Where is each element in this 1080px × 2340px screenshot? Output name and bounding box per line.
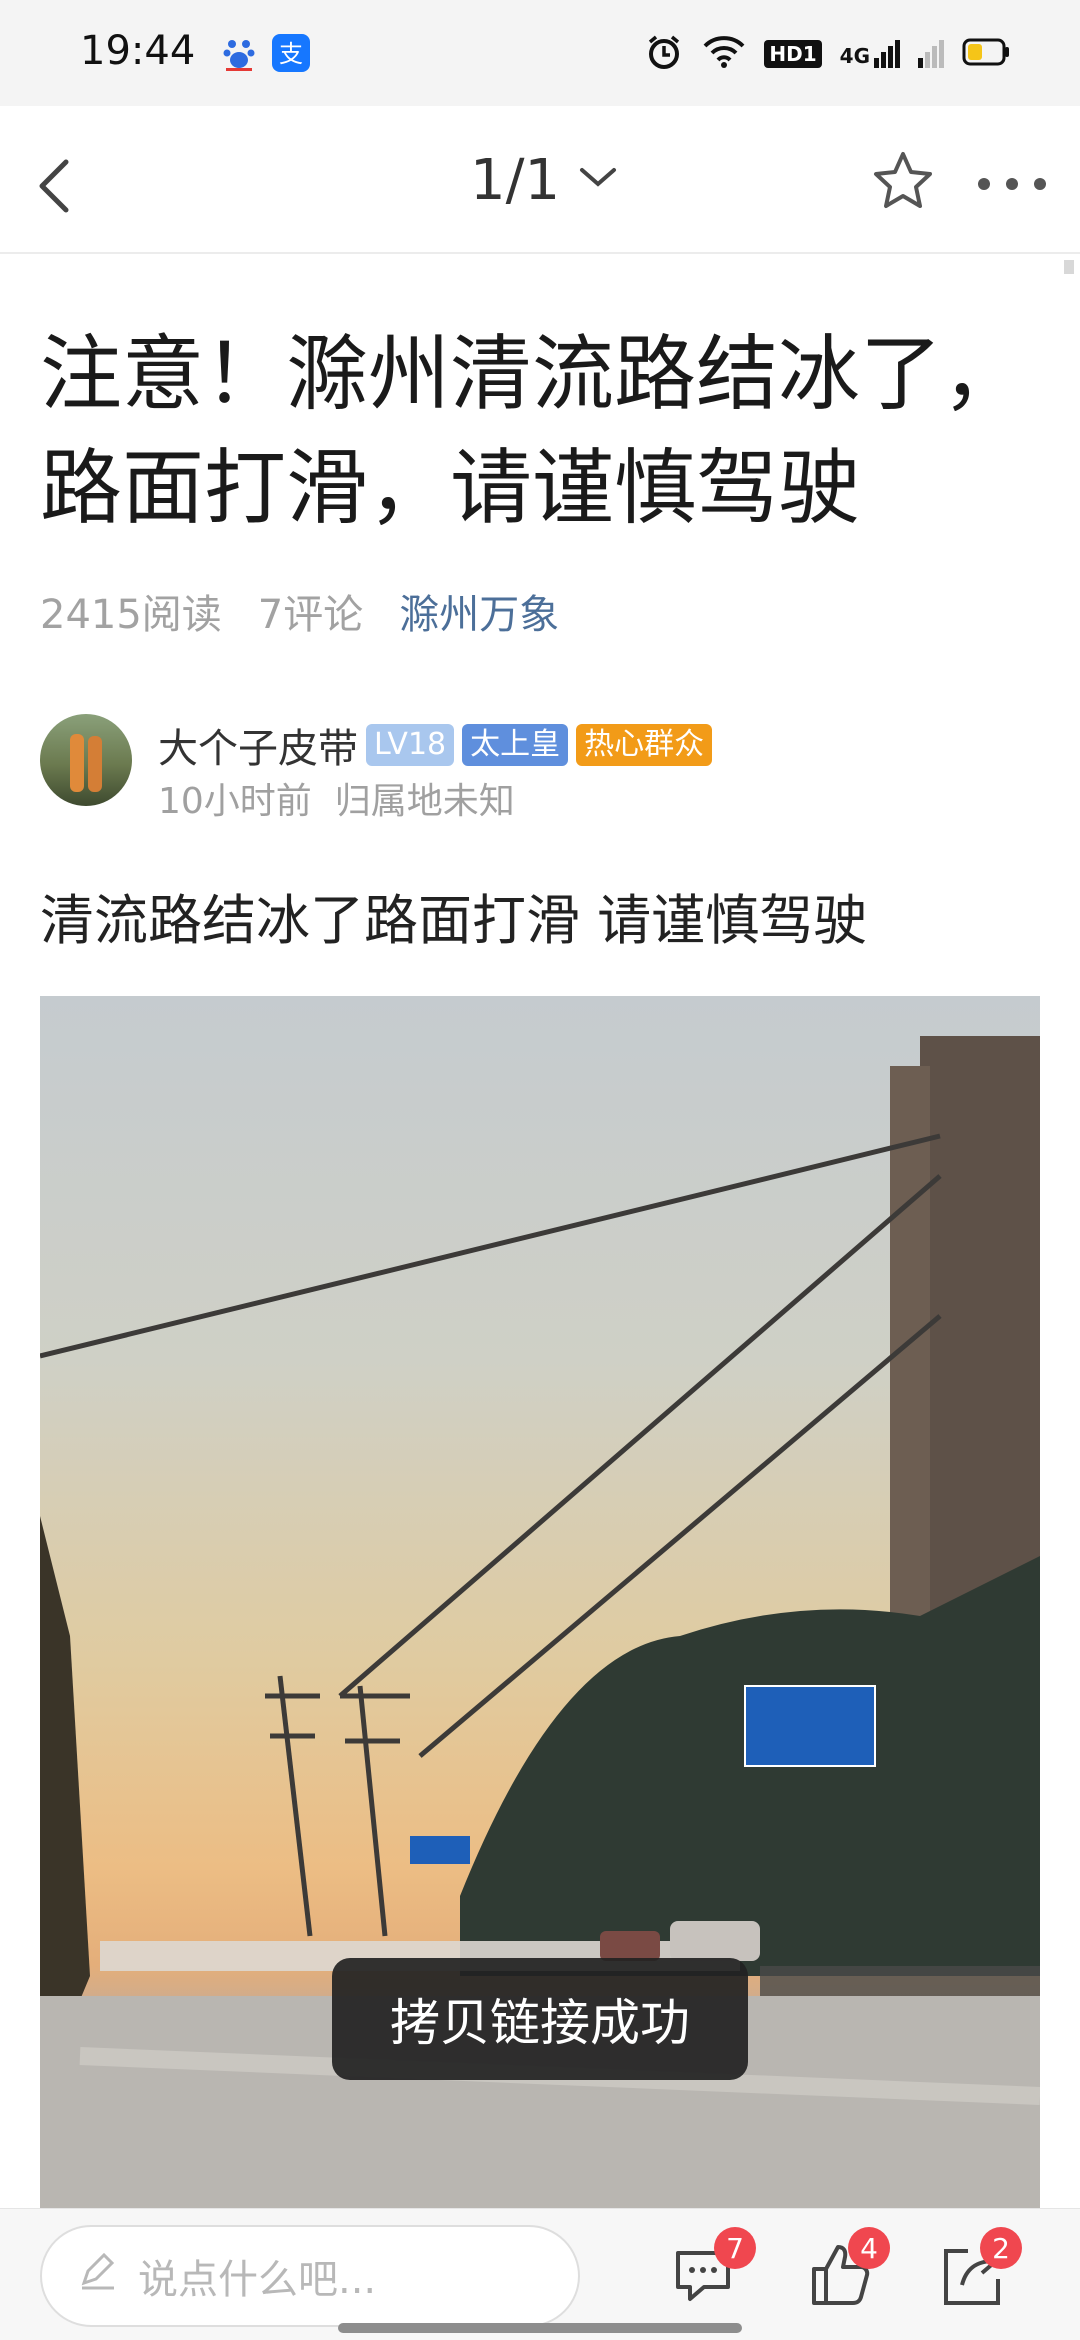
status-icons: HD1 4G (644, 32, 1010, 76)
author-name[interactable]: 大个子皮带 (158, 716, 358, 774)
author-name-row: 大个子皮带 LV18 太上皇 热心群众 (158, 716, 713, 774)
read-count: 2415阅读 (40, 592, 222, 638)
more-icon[interactable] (976, 176, 1048, 196)
post-time: 10小时前 (158, 781, 312, 822)
hd-icon: HD1 (764, 40, 822, 68)
signal-icon (918, 40, 944, 68)
scroll-indicator (1064, 260, 1074, 274)
battery-icon (962, 38, 1010, 70)
network-type: 4G (839, 44, 870, 68)
level-badge: LV18 (366, 724, 455, 766)
author-meta: 10小时前 归属地未知 (158, 772, 515, 824)
comment-badge: 7 (714, 2227, 756, 2269)
article-body: 清流路结冰了路面打滑 请谨慎驾驶 (40, 889, 868, 952)
share-badge: 2 (980, 2227, 1022, 2269)
category-link[interactable]: 滁州万象 (399, 582, 559, 640)
pencil-icon (78, 2251, 118, 2301)
toast-message: 拷贝链接成功 (332, 1958, 748, 2080)
author-row[interactable]: 大个子皮带 LV18 太上皇 热心群众 10小时前 归属地未知 (40, 712, 1040, 822)
comment-input[interactable]: 说点什么吧... (40, 2225, 580, 2327)
top-nav-bar: 1/1 (0, 106, 1080, 254)
baidu-icon (220, 34, 258, 72)
alarm-icon (644, 32, 684, 76)
comment-button[interactable]: 7 (666, 2227, 756, 2315)
comment-placeholder: 说点什么吧... (138, 2257, 377, 2303)
star-icon[interactable] (870, 148, 936, 218)
like-button[interactable]: 4 (800, 2227, 890, 2315)
article-meta: 2415阅读 7评论 滁州万象 (40, 582, 559, 640)
svg-text:支: 支 (279, 40, 303, 68)
share-button[interactable]: 2 (932, 2227, 1022, 2315)
comment-count-text: 7评论 (257, 592, 364, 638)
alipay-icon: 支 (272, 34, 310, 72)
bottom-action-bar: 说点什么吧... 7 4 2 (0, 2208, 1080, 2340)
signal-4g-icon: 4G (840, 40, 900, 68)
home-indicator[interactable] (338, 2323, 742, 2333)
chevron-down-icon[interactable] (578, 162, 618, 196)
post-location: 归属地未知 (334, 781, 515, 822)
like-badge: 4 (848, 2227, 890, 2269)
title-badge: 太上皇 (462, 724, 569, 766)
avatar[interactable] (40, 714, 132, 806)
status-bar: 19:44 支 HD1 4G (0, 0, 1080, 106)
status-time: 19:44 (80, 28, 196, 74)
back-arrow-icon[interactable] (34, 156, 74, 220)
page-indicator[interactable]: 1/1 (470, 148, 560, 213)
wifi-icon (702, 34, 746, 74)
hot-badge: 热心群众 (576, 724, 713, 766)
article-title: 注意！滁州清流路结冰了，路面打滑，请谨慎驾驶 (40, 327, 1025, 536)
